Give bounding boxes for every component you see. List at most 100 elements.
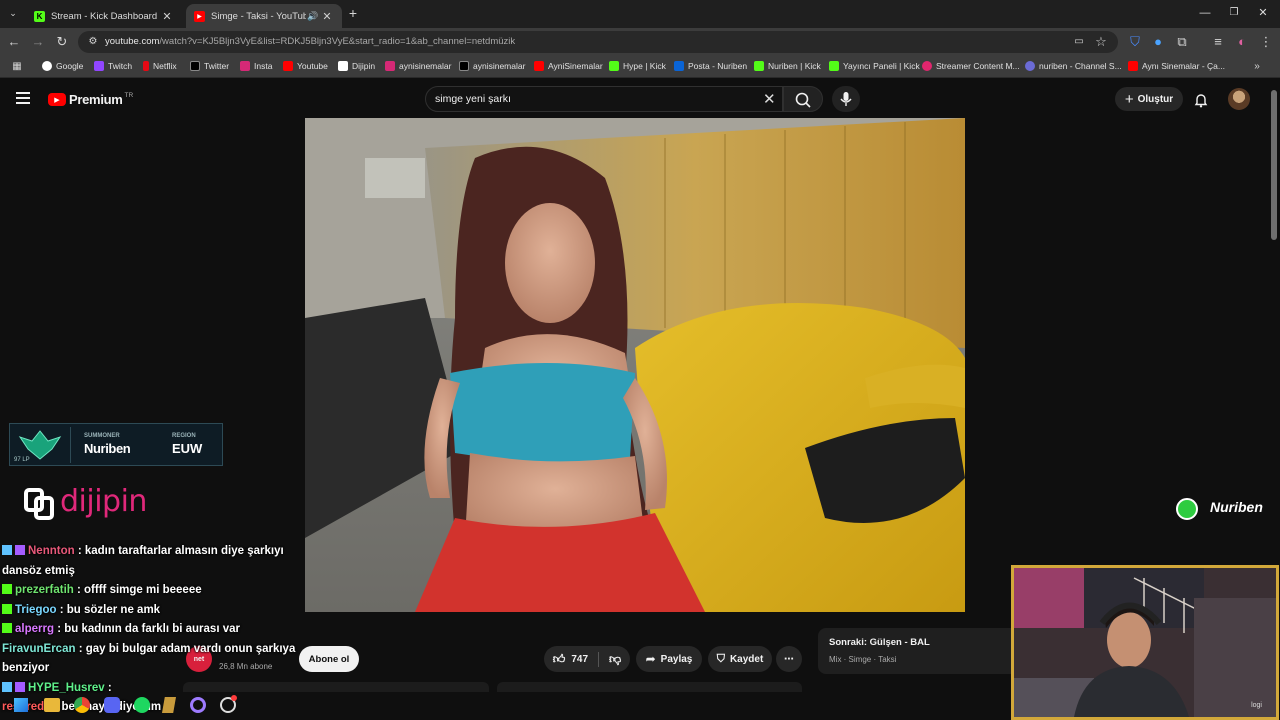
extension-icon[interactable]: ●	[1151, 35, 1165, 49]
logo-text: Premium	[69, 92, 123, 107]
bookmark-netflix[interactable]: Netflix	[143, 61, 177, 71]
webcam-label: logi	[1251, 702, 1262, 709]
tab-youtube[interactable]: ▶ Simge - Taksi - YouTube 🔊 ✕	[186, 4, 342, 28]
badge-icon	[2, 681, 12, 692]
more-bookmarks-icon[interactable]: »	[1250, 60, 1264, 74]
speaker-icon[interactable]: 🔊	[306, 11, 320, 22]
league-icon[interactable]	[162, 697, 176, 713]
bookmark-nuriben-channel[interactable]: nuriben - Channel S...	[1025, 61, 1122, 71]
reload-icon[interactable]: ↻	[55, 35, 69, 49]
media-icon[interactable]: ≡	[1211, 35, 1225, 49]
forward-icon[interactable]: →	[31, 35, 45, 49]
bookmark-yayinci-paneli[interactable]: Yayıncı Paneli | Kick	[829, 61, 920, 71]
menu-icon[interactable]: ⋮	[1259, 35, 1273, 49]
search-icon	[795, 92, 811, 108]
restore-icon[interactable]: ❐	[1227, 6, 1241, 20]
share-icon: ➦	[645, 652, 656, 666]
chat-message: FiravunErcan : gay bi bulgar adam vardı …	[2, 640, 302, 679]
more-icon: ⋯	[784, 653, 794, 665]
file-explorer-icon[interactable]	[44, 698, 60, 712]
bookmark-aynisinemalar[interactable]: aynisinemalar	[385, 61, 451, 71]
bookmark-label: Google	[56, 61, 84, 71]
bookmark-ayni-sinemalar[interactable]: Aynı Sinemalar - Ça...	[1128, 61, 1225, 71]
like-button[interactable]: 👍︎ 747	[553, 651, 600, 667]
search-value: simge yeni şarkı	[435, 93, 511, 105]
youtube-icon	[283, 61, 293, 71]
bookmark-twitch[interactable]: Twitch	[94, 61, 132, 71]
kick-logo-icon	[1176, 498, 1198, 520]
windows-start-icon[interactable]	[14, 698, 28, 712]
chat-text: : bu sözler ne amk	[59, 603, 161, 616]
tab-title: Stream - Kick Dashboard	[51, 10, 158, 22]
avatar[interactable]	[1228, 88, 1250, 110]
badge-icon	[2, 623, 12, 633]
youtube-icon	[534, 61, 544, 71]
back-icon[interactable]: ←	[7, 35, 21, 49]
chat-message: Nennton : kadın taraftarlar almasın diye…	[2, 542, 302, 581]
webcam-feed	[1014, 568, 1276, 717]
bookmark-label: Streamer Content M...	[936, 61, 1020, 71]
up-next-card[interactable]: Sonraki: Gülşen - BAL Mix · Simge · Taks…	[818, 628, 1018, 674]
channel-icon	[1025, 61, 1035, 71]
subscribe-button[interactable]: Abone ol	[299, 646, 359, 672]
page-scrollbar[interactable]	[1271, 90, 1277, 240]
bookmark-youtube[interactable]: Youtube	[283, 61, 328, 71]
profile-icon[interactable]: ◐	[1235, 35, 1249, 49]
bookmark-aynisinemalar-yt[interactable]: AyniSinemalar	[534, 61, 603, 71]
kick-icon	[609, 61, 619, 71]
bookmark-posta[interactable]: Posta - Nuriben	[674, 61, 747, 71]
x-icon	[190, 61, 200, 71]
streamer-tag-text: Nuriben	[1210, 499, 1263, 515]
puzzle-icon[interactable]: ⧉	[1175, 35, 1189, 49]
video-player[interactable]	[305, 118, 965, 612]
video-frame	[305, 118, 965, 612]
search-input[interactable]: simge yeni şarkı ✕	[425, 86, 783, 112]
discord-icon[interactable]	[104, 697, 120, 713]
close-icon[interactable]: ✕	[160, 10, 174, 23]
shield-extension-icon[interactable]: ⛉	[1128, 35, 1142, 49]
divider	[70, 427, 71, 463]
create-button[interactable]: + Oluştur	[1115, 87, 1183, 111]
app-icon[interactable]	[190, 697, 206, 713]
bookmark-streamer-content[interactable]: Streamer Content M...	[922, 61, 1020, 71]
close-icon[interactable]: ✕	[320, 10, 334, 23]
minimize-icon[interactable]: —	[1198, 6, 1212, 20]
thumbs-down-icon[interactable]: 👎︎	[599, 652, 621, 667]
bookmark-twitter[interactable]: Twitter	[190, 61, 229, 71]
site-info-icon[interactable]: ⚙	[86, 35, 100, 49]
tab-search-icon[interactable]: ⌄	[6, 6, 20, 20]
tab-title: Simge - Taksi - YouTube	[211, 10, 306, 22]
voice-search-button[interactable]	[832, 86, 860, 112]
create-label: Oluştur	[1137, 93, 1174, 105]
bookmark-label: Posta - Nuriben	[688, 61, 748, 71]
spotify-icon[interactable]	[134, 697, 150, 713]
share-label: Paylaş	[660, 653, 693, 665]
new-tab-button[interactable]: +	[346, 6, 360, 20]
bookmark-nuriben-kick[interactable]: Nuriben | Kick	[754, 61, 821, 71]
bookmark-dijipin[interactable]: Dijipin	[338, 61, 375, 71]
bookmark-label: Nuriben | Kick	[768, 61, 821, 71]
bookmark-aynisinemalar-x[interactable]: aynisinemalar	[459, 61, 525, 71]
bookmark-hype-kick[interactable]: Hype | Kick	[609, 61, 666, 71]
close-window-icon[interactable]: ✕	[1256, 6, 1270, 20]
notifications-button[interactable]	[1193, 92, 1209, 113]
apps-icon[interactable]: ▦	[10, 60, 24, 74]
chat-username: FiravunErcan	[2, 642, 76, 655]
save-button[interactable]: ⛉ Kaydet	[708, 646, 772, 672]
dijipin-icon	[338, 61, 348, 71]
bookmark-insta[interactable]: Insta	[240, 61, 272, 71]
tab-kick-dashboard[interactable]: K Stream - Kick Dashboard ✕	[26, 4, 182, 28]
more-actions-button[interactable]: ⋯	[776, 646, 802, 672]
clear-search-icon[interactable]: ✕	[763, 90, 776, 108]
netflix-icon	[143, 61, 149, 71]
share-button[interactable]: ➦ Paylaş	[636, 646, 702, 672]
cast-icon[interactable]: ▭	[1072, 35, 1086, 49]
star-icon[interactable]: ☆	[1094, 35, 1108, 49]
url-text[interactable]: youtube.com/watch?v=KJ5Bljn3VyE&list=RDK…	[105, 36, 515, 47]
youtube-premium-logo[interactable]: ▶ Premium TR	[48, 92, 133, 107]
hamburger-menu-icon[interactable]	[16, 92, 30, 104]
chat-text: :	[107, 681, 112, 694]
search-button[interactable]	[783, 86, 823, 112]
bookmark-google[interactable]: Google	[42, 61, 83, 71]
chrome-icon[interactable]	[74, 697, 90, 713]
